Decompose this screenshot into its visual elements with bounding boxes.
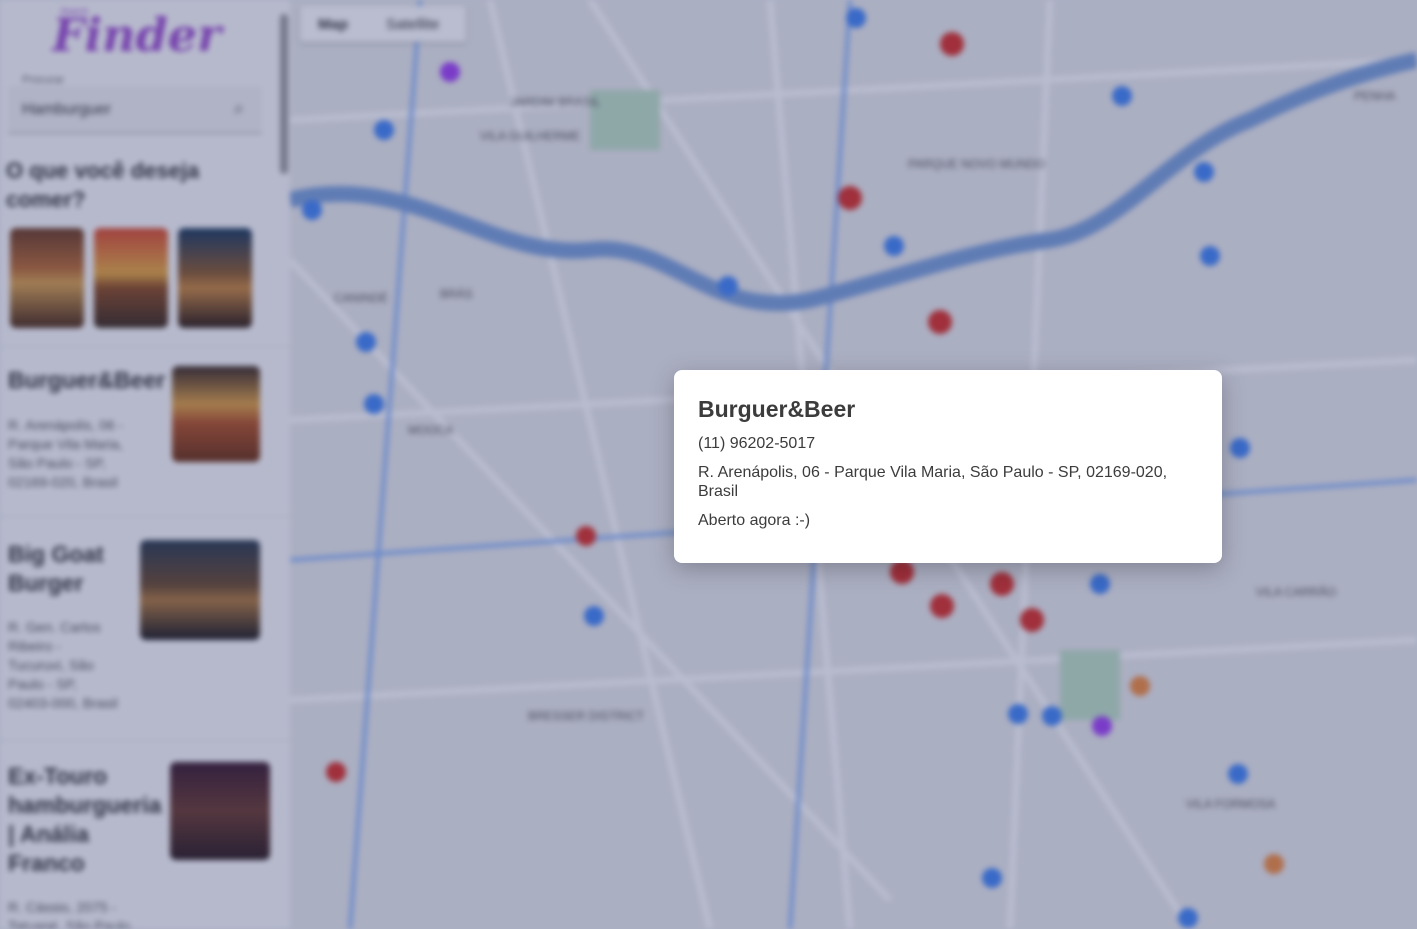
dialog-phone: (11) 96202-5017: [698, 435, 816, 452]
dialog-title: Burguer&Beer: [698, 396, 856, 422]
restaurant-info-dialog: Burguer&Beer (11) 96202-5017 R. Arenápol…: [674, 370, 1222, 563]
dialog-status: Aberto agora :-): [698, 512, 811, 529]
dialog-address: R. Arenápolis, 06 - Parque Vila Maria, S…: [698, 464, 1168, 500]
